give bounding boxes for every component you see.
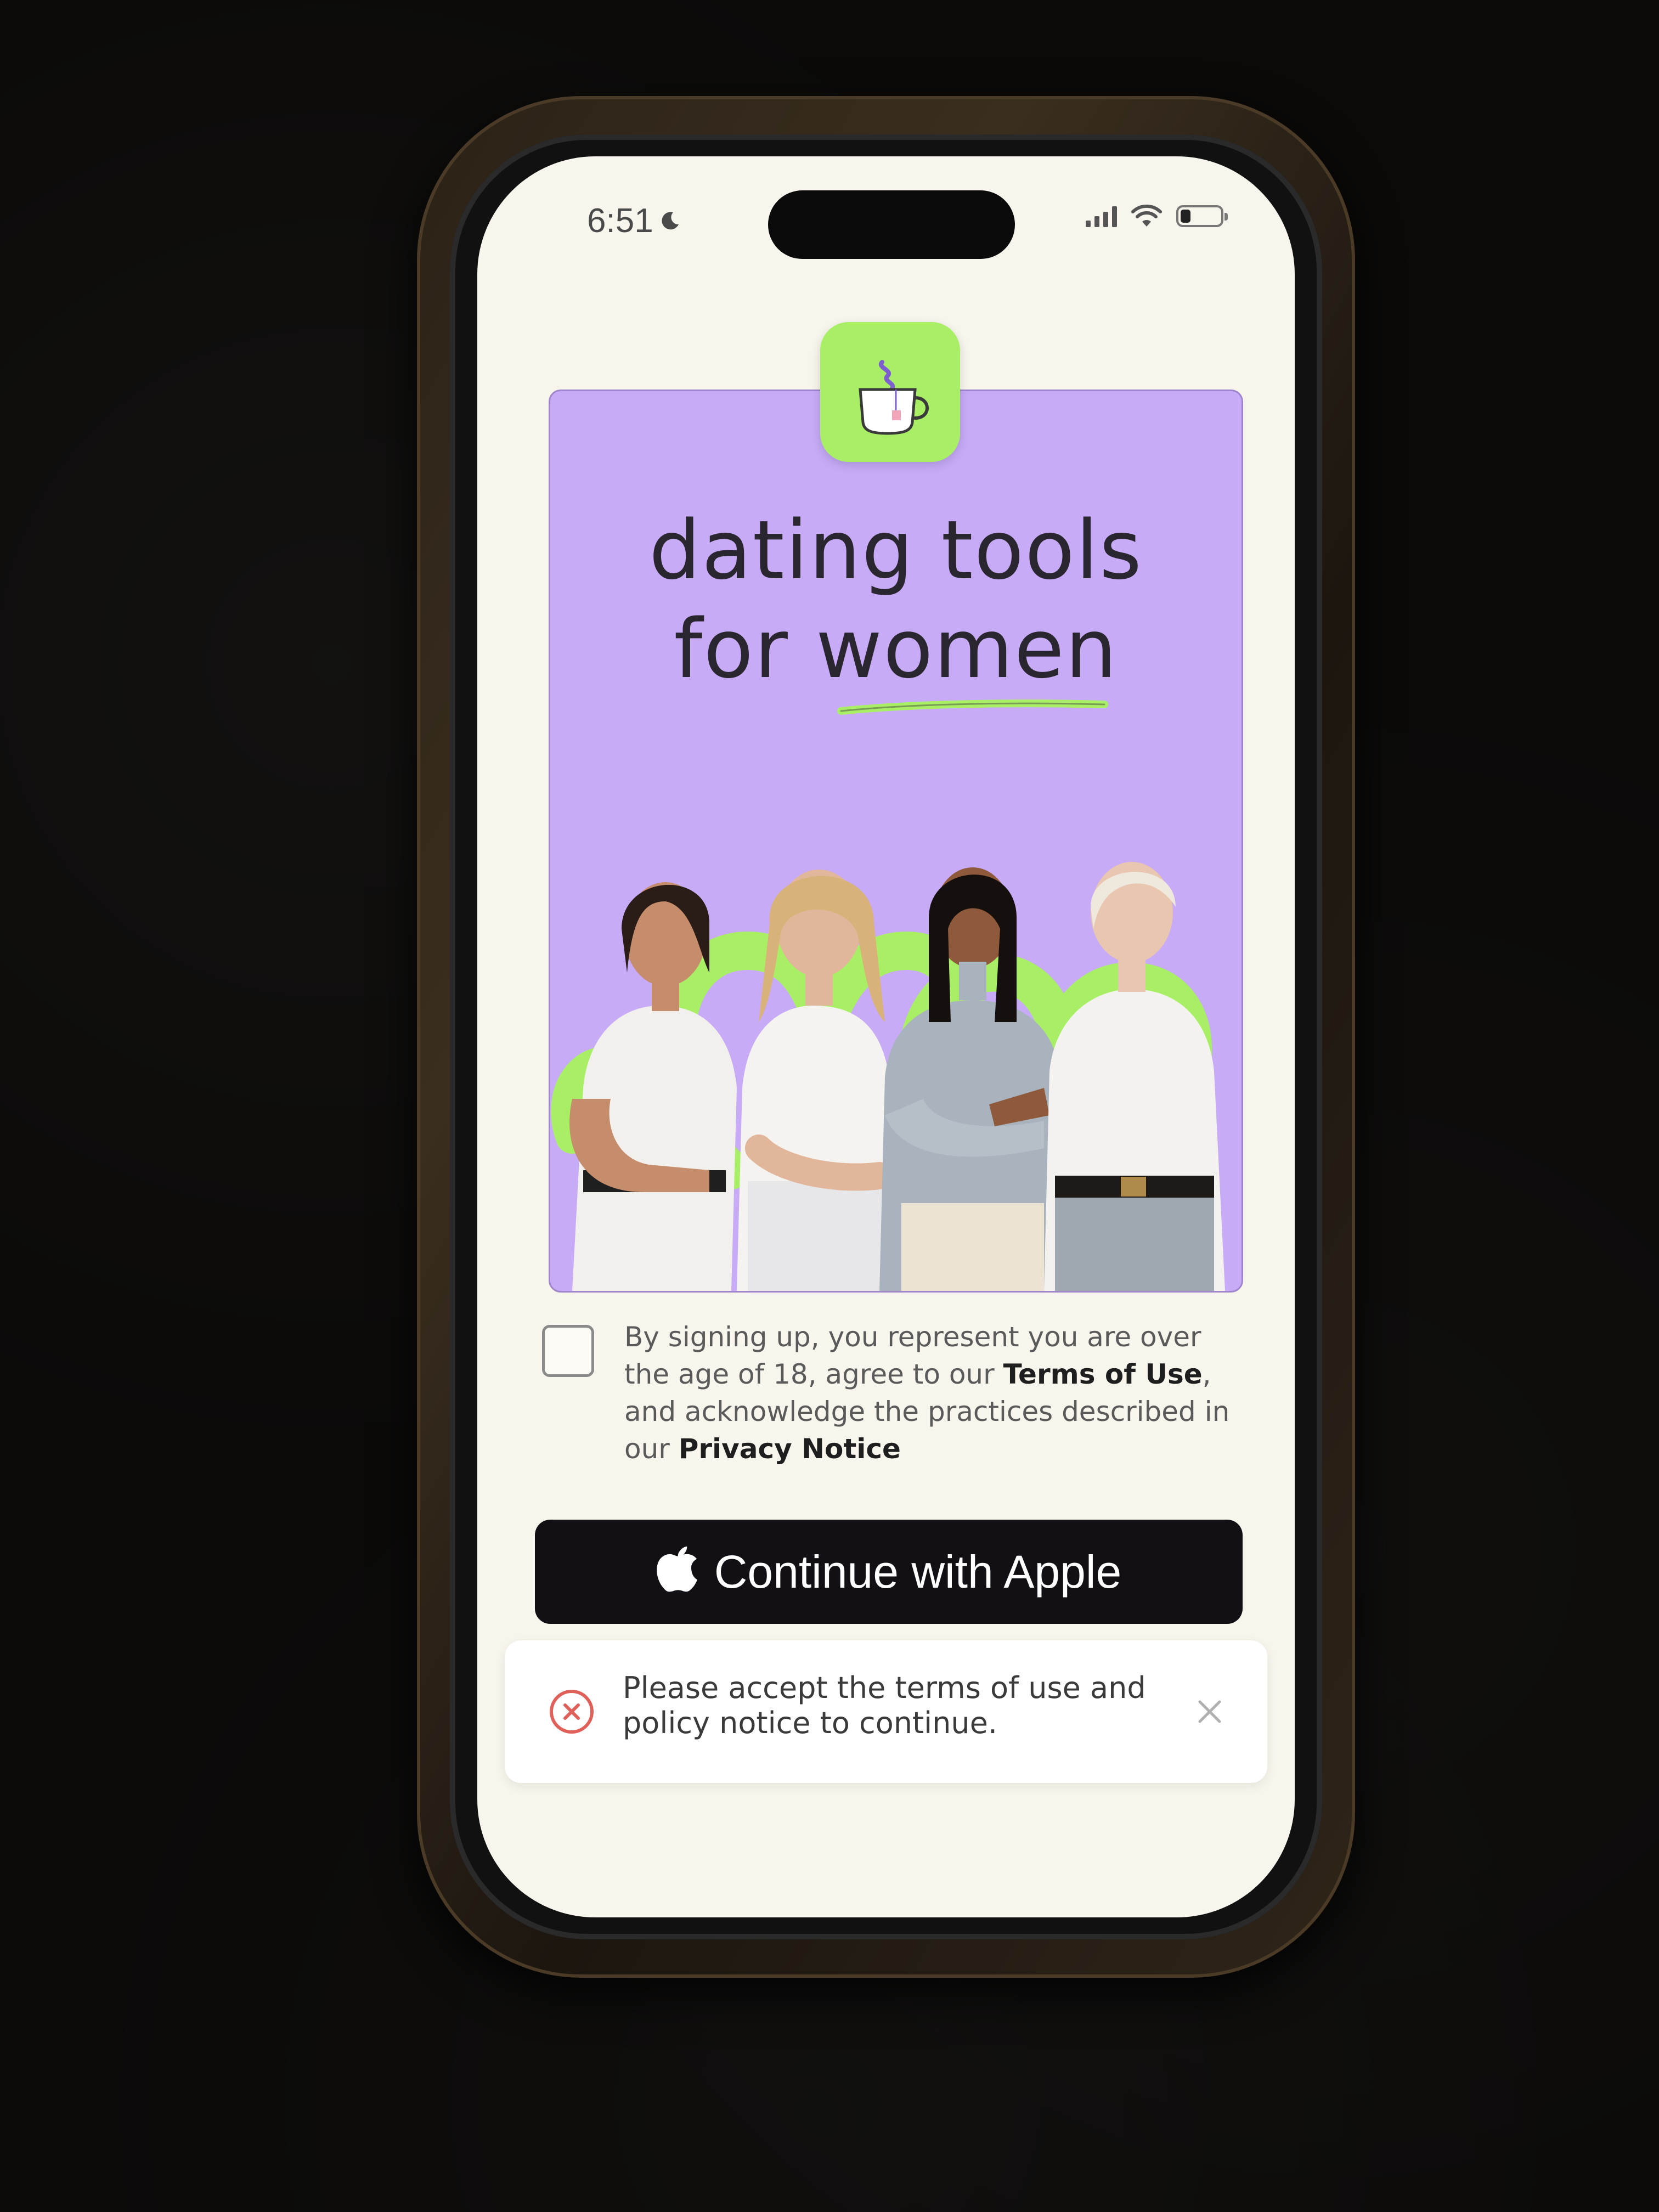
status-time-text: 6:51 xyxy=(587,202,653,240)
app-logo xyxy=(820,322,960,462)
title-underline xyxy=(837,699,1108,715)
terms-checkbox[interactable] xyxy=(542,1325,594,1377)
women-group-photo xyxy=(569,862,1225,1291)
error-toast: Please accept the terms of use and polic… xyxy=(505,1640,1267,1783)
error-circle-icon xyxy=(550,1690,594,1734)
hero-title-line1: dating tools xyxy=(649,503,1143,597)
terms-text: By signing up, you represent you are ove… xyxy=(624,1318,1239,1468)
woman-3 xyxy=(879,867,1060,1291)
toast-message: Please accept the terms of use and polic… xyxy=(623,1671,1146,1740)
hero-card: dating tools for women xyxy=(549,390,1243,1293)
continue-with-apple-label: Continue with Apple xyxy=(714,1545,1122,1598)
woman-1 xyxy=(569,882,737,1291)
dynamic-island xyxy=(768,190,1015,259)
hero-title: dating tools for women xyxy=(550,501,1242,698)
privacy-notice-link[interactable]: Privacy Notice xyxy=(679,1433,901,1465)
apple-icon xyxy=(656,1547,697,1592)
status-time: 6:51 xyxy=(587,201,681,240)
teacup-icon xyxy=(858,359,929,435)
continue-with-apple-button[interactable]: Continue with Apple xyxy=(535,1520,1243,1624)
phone-screen: 6:51 dating tools for women By signing u… xyxy=(477,156,1295,1917)
moon-icon xyxy=(662,211,679,229)
hero-title-line2: for women xyxy=(674,602,1118,696)
woman-2 xyxy=(737,870,896,1291)
wifi-icon xyxy=(1131,205,1162,227)
cellular-signal-icon xyxy=(1086,205,1117,227)
terms-of-use-link[interactable]: Terms of Use xyxy=(1003,1358,1203,1390)
woman-4 xyxy=(1044,862,1225,1291)
status-indicators xyxy=(1086,205,1228,228)
close-icon[interactable] xyxy=(1193,1695,1226,1728)
battery-icon xyxy=(1176,205,1228,227)
